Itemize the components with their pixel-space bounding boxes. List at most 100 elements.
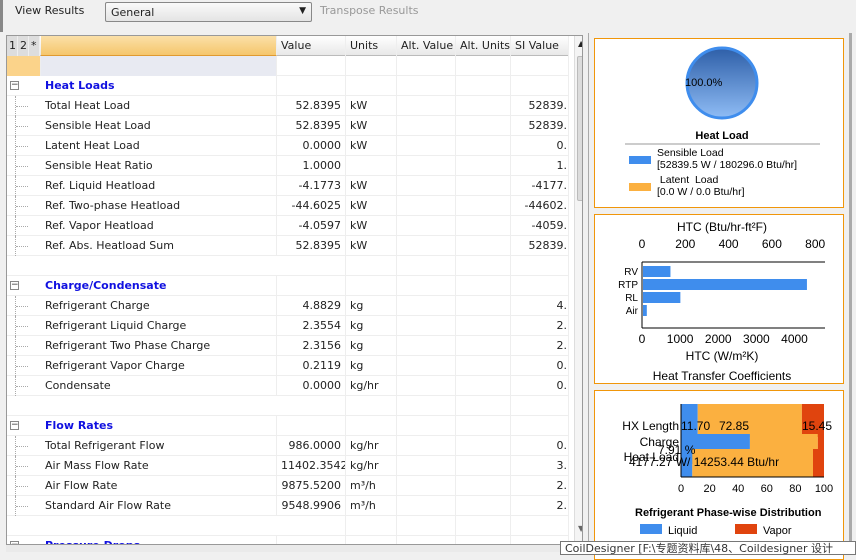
si-value-cell: 2. — [511, 336, 569, 356]
column-header[interactable]: Alt. Value — [397, 36, 456, 56]
table-row[interactable]: Ref. Two-phase Heatload -44.6025 kW -44602. — [7, 196, 569, 216]
table-row[interactable]: Ref. Abs. Heatload Sum 52.8395 kW 52839. — [7, 236, 569, 256]
column-header[interactable] — [41, 36, 277, 56]
units-cell: kW — [346, 216, 397, 236]
group-row[interactable]: − Flow Rates — [7, 416, 569, 436]
empty-cell — [456, 416, 511, 436]
x-tick-label: 3000 — [743, 332, 770, 346]
alt-value-cell — [397, 156, 456, 176]
alt-value-cell — [397, 476, 456, 496]
legend-vapor: Vapor — [763, 525, 792, 537]
category-label: Air — [626, 306, 639, 317]
empty-cell — [456, 76, 511, 96]
chart-title: Heat Transfer Coefficients — [653, 369, 792, 383]
alt-units-cell — [456, 176, 511, 196]
group-row[interactable]: − Heat Loads — [7, 76, 569, 96]
scroll-up-icon[interactable]: ▲ — [578, 39, 582, 48]
si-value-cell: -4059. — [511, 216, 569, 236]
empty-cell — [397, 276, 456, 296]
legend-swatch-latent — [629, 183, 651, 191]
name-cell: Refrigerant Two Phase Charge — [41, 336, 277, 356]
alt-units-cell — [456, 156, 511, 176]
table-row[interactable]: Ref. Liquid Heatload -4.1773 kW -4177. — [7, 176, 569, 196]
table-row[interactable] — [7, 56, 569, 76]
table-row[interactable] — [7, 396, 569, 416]
column-header[interactable]: SI Value — [511, 36, 569, 56]
vertical-scrollbar[interactable]: ▲▼ — [574, 36, 582, 551]
table-row[interactable]: Air Mass Flow Rate 11402.3542 kg/hr 3. — [7, 456, 569, 476]
table-row[interactable]: Condensate 0.0000 kg/hr 0. — [7, 376, 569, 396]
units-cell: kW — [346, 176, 397, 196]
name-cell: Sensible Heat Ratio — [41, 156, 277, 176]
legend-liquid: Liquid — [668, 525, 697, 537]
table-row[interactable] — [7, 516, 569, 536]
column-header[interactable]: Alt. Units — [456, 36, 511, 56]
legend-swatch-liquid — [640, 524, 662, 534]
x-tick-label: 60 — [761, 483, 773, 495]
segment-two-phase — [697, 404, 802, 437]
tree-line — [15, 156, 29, 176]
si-value-cell: 0. — [511, 356, 569, 376]
empty-cell — [397, 516, 456, 536]
value-cell: 0.2119 — [277, 356, 346, 376]
column-header[interactable]: Value — [277, 36, 346, 56]
empty-cell — [277, 516, 346, 536]
si-value-cell: -4177. — [511, 176, 569, 196]
level-button-2[interactable]: * — [29, 36, 40, 56]
level-button-1[interactable]: 2 — [18, 36, 29, 56]
table-row[interactable]: Air Flow Rate 9875.5200 m³/h 2. — [7, 476, 569, 496]
value-cell: 986.0000 — [277, 436, 346, 456]
alt-units-cell — [456, 116, 511, 136]
table-row[interactable]: Refrigerant Two Phase Charge 2.3156 kg 2. — [7, 336, 569, 356]
table-row[interactable]: Latent Heat Load 0.0000 kW 0. — [7, 136, 569, 156]
name-cell: Air Mass Flow Rate — [41, 456, 277, 476]
table-row[interactable]: Ref. Vapor Heatload -4.0597 kW -4059. — [7, 216, 569, 236]
phase-distribution-chart: HX Length Charge Heat Load 11.70 72.85 15.45 7… — [594, 390, 844, 560]
table-row[interactable]: Sensible Heat Load 52.8395 kW 52839. — [7, 116, 569, 136]
empty-cell — [511, 276, 569, 296]
view-results-select[interactable]: General ▼ — [105, 2, 312, 22]
si-value-cell: -44602. — [511, 196, 569, 216]
tree-line — [15, 356, 29, 376]
bar-rv — [643, 266, 671, 277]
alt-units-cell — [456, 356, 511, 376]
value-cell: 11402.3542 — [277, 456, 346, 476]
name-cell: Refrigerant Vapor Charge — [41, 356, 277, 376]
table-row[interactable]: Refrigerant Liquid Charge 2.3554 kg 2. — [7, 316, 569, 336]
horizontal-scrollbar[interactable] — [6, 544, 566, 552]
collapse-icon[interactable]: − — [10, 281, 19, 290]
tree-line — [15, 476, 29, 496]
table-row[interactable]: Total Refrigerant Flow 986.0000 kg/hr 0. — [7, 436, 569, 456]
tree-line — [15, 456, 29, 476]
chevron-down-icon: ▼ — [299, 6, 306, 16]
collapse-icon[interactable]: − — [10, 421, 19, 430]
table-row[interactable]: Standard Air Flow Rate 9548.9906 m³/h 2. — [7, 496, 569, 516]
table-row[interactable]: Total Heat Load 52.8395 kW 52839. — [7, 96, 569, 116]
alt-value-cell — [397, 436, 456, 456]
chart-title: Refrigerant Phase-wise Distribution — [635, 507, 822, 519]
alt-units-cell — [456, 456, 511, 476]
name-cell: Total Heat Load — [41, 96, 277, 116]
tree-line — [15, 376, 29, 396]
empty-cell — [277, 416, 346, 436]
empty-cell — [277, 76, 346, 96]
level-button-0[interactable]: 1 — [7, 36, 18, 56]
scrollbar-thumb[interactable] — [577, 56, 582, 201]
units-cell: kg — [346, 296, 397, 316]
empty-cell — [277, 276, 346, 296]
empty-cell — [346, 416, 397, 436]
scroll-down-icon[interactable]: ▼ — [578, 524, 582, 533]
table-row[interactable]: Refrigerant Vapor Charge 0.2119 kg 0. — [7, 356, 569, 376]
group-row[interactable]: − Charge/Condensate — [7, 276, 569, 296]
table-row[interactable]: Refrigerant Charge 4.8829 kg 4. — [7, 296, 569, 316]
x-tick-label: 1000 — [667, 332, 694, 346]
collapse-icon[interactable]: − — [10, 81, 19, 90]
results-grid: 1 2 * Value Units Alt. Value Alt. Units SI Valu… — [6, 35, 583, 552]
column-header[interactable]: Units — [346, 36, 397, 56]
transpose-results-button[interactable]: Transpose Results — [320, 4, 419, 17]
alt-units-cell — [456, 436, 511, 456]
si-value-cell: 52839. — [511, 236, 569, 256]
table-row[interactable]: Sensible Heat Ratio 1.0000 1. — [7, 156, 569, 176]
legend-sensible-detail: [52839.5 W / 180296.0 Btu/hr] — [657, 159, 797, 171]
table-row[interactable] — [7, 256, 569, 276]
